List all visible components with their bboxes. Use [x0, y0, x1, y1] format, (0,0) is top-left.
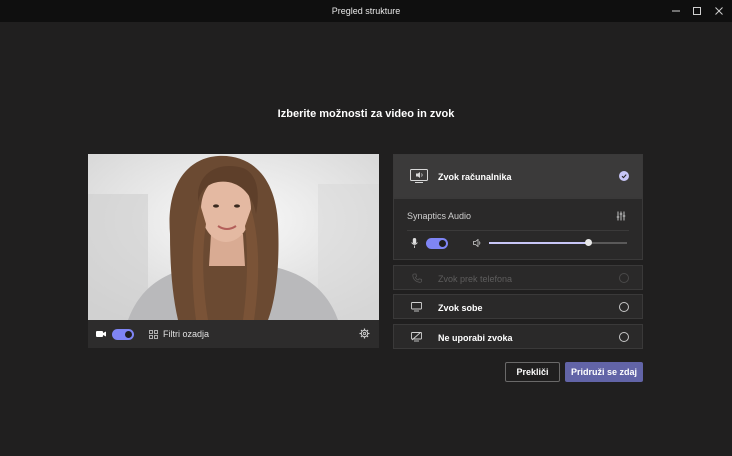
computer-audio-option[interactable]: Zvok računalnika [393, 154, 643, 198]
volume-fill [489, 242, 589, 244]
camera-icon [96, 331, 106, 337]
speaker-volume-slider[interactable] [489, 239, 627, 246]
phone-audio-label: Zvok prek telefona [438, 274, 513, 284]
minimize-icon [672, 10, 680, 12]
no-audio-radio[interactable] [619, 332, 629, 342]
window-title: Pregled strukture [331, 6, 401, 16]
title-bar: Pregled strukture [0, 0, 732, 22]
checkmark-icon [621, 174, 627, 179]
divider [407, 230, 629, 231]
camera-preview [88, 154, 379, 320]
computer-audio-icon [410, 169, 428, 183]
room-audio-option[interactable]: Zvok sobe [393, 294, 643, 319]
phone-icon [412, 273, 422, 283]
volume-thumb[interactable] [584, 239, 592, 246]
microphone-toggle[interactable] [426, 238, 448, 249]
room-audio-radio[interactable] [619, 302, 629, 312]
close-button[interactable] [708, 0, 730, 22]
no-audio-option[interactable]: Ne uporabi zvoka [393, 324, 643, 349]
minimize-button[interactable] [665, 0, 687, 22]
phone-audio-option: Zvok prek telefona [393, 265, 643, 290]
phone-audio-radio [619, 273, 629, 283]
person-silhouette-image [88, 154, 379, 320]
maximize-icon [693, 7, 701, 15]
microphone-icon [411, 238, 418, 248]
page-heading: Izberite možnosti za video in zvok [277, 108, 455, 120]
camera-toggle[interactable] [112, 329, 134, 340]
background-filters-button[interactable]: Filtri ozadja [163, 329, 209, 339]
computer-audio-label: Zvok računalnika [438, 172, 512, 182]
room-audio-label: Zvok sobe [438, 303, 483, 313]
audio-device-name: Synaptics Audio [407, 211, 472, 221]
video-panel: Filtri ozadja [88, 154, 379, 348]
settings-gear-icon[interactable] [359, 328, 370, 339]
maximize-button[interactable] [686, 0, 708, 22]
video-controls-bar: Filtri ozadja [88, 320, 379, 348]
no-audio-label: Ne uporabi zvoka [438, 333, 513, 343]
speaker-icon [473, 239, 481, 247]
computer-audio-radio[interactable] [619, 171, 629, 181]
room-audio-monitor-icon [411, 302, 422, 312]
background-filters-icon [149, 330, 158, 339]
no-audio-icon [411, 332, 422, 342]
audio-settings-sliders-icon[interactable] [616, 211, 626, 221]
audio-device-settings: Synaptics Audio [393, 198, 643, 260]
join-now-button[interactable]: Pridruži se zdaj [565, 362, 643, 382]
close-icon [715, 7, 723, 15]
cancel-button[interactable]: Prekliči [505, 362, 560, 382]
